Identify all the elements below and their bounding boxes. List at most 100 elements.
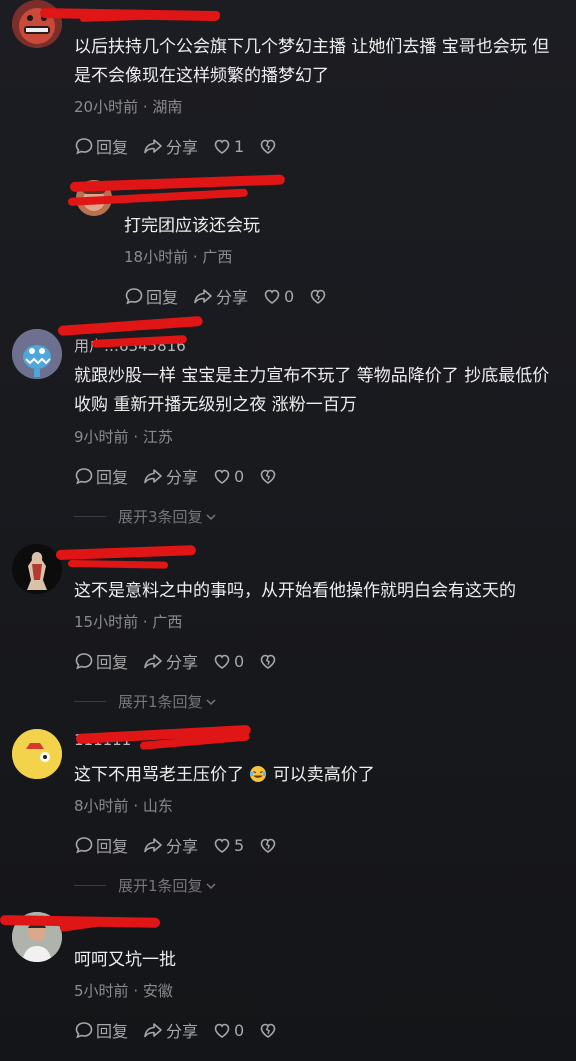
share-icon bbox=[144, 469, 162, 484]
expand-replies-label: 展开1条回复 bbox=[118, 693, 203, 711]
expand-replies-label: 展开3条回复 bbox=[118, 508, 203, 526]
dislike-button[interactable] bbox=[258, 466, 280, 486]
comment-meta: 9小时前 · 江苏 bbox=[74, 426, 173, 447]
chevron-down-icon bbox=[206, 513, 216, 520]
share-label: 分享 bbox=[166, 138, 199, 157]
reply-icon bbox=[75, 653, 93, 670]
share-label: 分享 bbox=[166, 653, 199, 672]
comment-location: 山东 bbox=[142, 797, 173, 815]
expand-replies-button[interactable]: 展开1条回复 bbox=[74, 875, 218, 896]
redacted-username bbox=[57, 315, 203, 336]
comment-meta: 8小时前 · 山东 bbox=[74, 795, 173, 816]
comment-item: 这不是意料之中的事吗，从开始看他操作就明白会有这天的 15小时前 · 广西 回复… bbox=[0, 538, 576, 718]
comment-text: 以后扶持几个公会旗下几个梦幻主播 让她们去播 宝哥也会玩 但是不会像现在这样频繁… bbox=[74, 37, 550, 86]
comment-text: 呵呵又坑一批 bbox=[74, 950, 176, 970]
reply-button[interactable]: 回复 bbox=[74, 833, 128, 857]
comment-meta: 5小时前 · 安徽 bbox=[74, 980, 173, 1001]
broken-heart-icon bbox=[260, 838, 276, 853]
heart-icon bbox=[214, 469, 230, 484]
like-count: 0 bbox=[234, 466, 245, 486]
share-icon bbox=[194, 289, 212, 304]
comment-text-part: 可以卖高价了 bbox=[272, 765, 375, 785]
avatar[interactable] bbox=[12, 544, 62, 594]
reply-label: 回复 bbox=[146, 288, 179, 307]
comment-actions: 回复 分享 0 bbox=[74, 1018, 294, 1042]
share-button[interactable]: 分享 bbox=[142, 649, 198, 673]
meta-separator: · bbox=[138, 98, 153, 116]
reply-button[interactable]: 回复 bbox=[74, 1018, 128, 1042]
redacted-username bbox=[55, 545, 197, 560]
reply-label: 回复 bbox=[96, 468, 129, 487]
share-label: 分享 bbox=[216, 288, 249, 307]
laughing-tears-emoji-icon bbox=[250, 766, 267, 782]
reply-button[interactable]: 回复 bbox=[74, 464, 128, 488]
expand-divider bbox=[74, 885, 106, 886]
dislike-button[interactable] bbox=[258, 835, 280, 855]
like-button[interactable]: 0 bbox=[212, 651, 244, 671]
expand-replies-button[interactable]: 展开3条回复 bbox=[74, 506, 218, 527]
comment-location: 广西 bbox=[152, 613, 183, 631]
dislike-button[interactable] bbox=[258, 1020, 280, 1040]
share-button[interactable]: 分享 bbox=[142, 464, 198, 488]
reply-button[interactable]: 回复 bbox=[74, 649, 128, 673]
like-count: 5 bbox=[234, 835, 245, 855]
like-button[interactable]: 0 bbox=[212, 466, 244, 486]
share-button[interactable]: 分享 bbox=[142, 1018, 198, 1042]
comment-text: 这下不用骂老王压价了 可以卖高价了 bbox=[74, 761, 566, 790]
share-button[interactable]: 分享 bbox=[192, 284, 248, 308]
reply-icon bbox=[75, 837, 93, 854]
share-button[interactable]: 分享 bbox=[142, 833, 198, 857]
comment-location: 广西 bbox=[202, 248, 233, 266]
redacted-username bbox=[67, 560, 169, 569]
avatar[interactable] bbox=[12, 329, 62, 379]
like-button[interactable]: 0 bbox=[212, 1020, 244, 1040]
like-button[interactable]: 0 bbox=[262, 286, 294, 306]
comment-actions: 回复 分享 0 bbox=[74, 649, 294, 673]
chevron-down-icon bbox=[206, 698, 216, 705]
dislike-button[interactable] bbox=[308, 286, 330, 306]
reply-item: 打完团应该还会玩 18小时前 · 广西 回复 分享 0 bbox=[0, 170, 576, 310]
heart-icon bbox=[214, 1023, 230, 1038]
comment-time: 8小时前 bbox=[74, 797, 129, 815]
meta-separator: · bbox=[138, 613, 153, 631]
reply-icon bbox=[75, 468, 93, 485]
like-count: 0 bbox=[284, 286, 295, 306]
redacted-username bbox=[69, 174, 286, 192]
comment-actions: 回复 分享 0 bbox=[124, 284, 344, 308]
comment-actions: 回复 分享 5 bbox=[74, 833, 294, 857]
chevron-down-icon bbox=[206, 882, 216, 889]
comment-location: 安徽 bbox=[142, 982, 173, 1000]
heart-icon bbox=[214, 139, 230, 154]
reply-icon bbox=[75, 1022, 93, 1039]
comment-text: 这不是意料之中的事吗，从开始看他操作就明白会有这天的 bbox=[74, 581, 516, 601]
comment-meta: 15小时前 · 广西 bbox=[74, 611, 182, 632]
comment-item: 呵呵又坑一批 5小时前 · 安徽 回复 分享 0 bbox=[0, 905, 576, 1061]
like-count: 0 bbox=[234, 1020, 245, 1040]
expand-divider bbox=[74, 516, 106, 517]
comment-time: 20小时前 bbox=[74, 98, 139, 116]
comment-time: 18小时前 bbox=[124, 248, 189, 266]
comment-location: 湖南 bbox=[152, 98, 183, 116]
reply-button[interactable]: 回复 bbox=[74, 134, 128, 158]
like-button[interactable]: 5 bbox=[212, 835, 244, 855]
reply-button[interactable]: 回复 bbox=[124, 284, 178, 308]
comment-item: 用户…6345816 就跟炒股一样 宝宝是主力宣布不玩了 等物品降价了 抄底最低… bbox=[0, 315, 576, 538]
comment-time: 5小时前 bbox=[74, 982, 129, 1000]
comment-item: 以后扶持几个公会旗下几个梦幻主播 让她们去播 宝哥也会玩 但是不会像现在这样频繁… bbox=[0, 0, 576, 170]
dislike-button[interactable] bbox=[258, 136, 280, 156]
reply-icon bbox=[125, 288, 143, 305]
heart-icon bbox=[214, 654, 230, 669]
share-label: 分享 bbox=[166, 1022, 199, 1041]
meta-separator: · bbox=[128, 428, 143, 446]
avatar[interactable] bbox=[12, 729, 62, 779]
like-count: 0 bbox=[234, 651, 245, 671]
like-button[interactable]: 1 bbox=[212, 136, 244, 156]
meta-separator: · bbox=[128, 982, 143, 1000]
comment-actions: 回复 分享 1 bbox=[74, 134, 294, 158]
dislike-button[interactable] bbox=[258, 651, 280, 671]
broken-heart-icon bbox=[260, 654, 276, 669]
expand-replies-button[interactable]: 展开1条回复 bbox=[74, 691, 218, 712]
avatar[interactable] bbox=[12, 0, 62, 48]
share-button[interactable]: 分享 bbox=[142, 134, 198, 158]
share-icon bbox=[144, 654, 162, 669]
